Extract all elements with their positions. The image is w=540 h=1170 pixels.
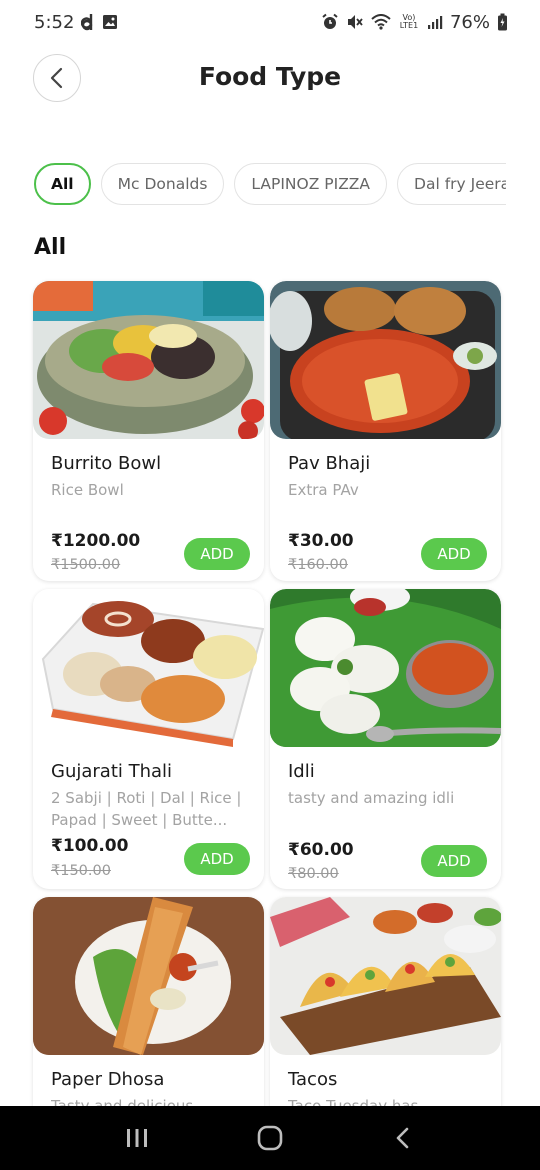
system-nav-bar [0, 1106, 540, 1170]
product-name: Pav Bhaji [288, 453, 371, 474]
product-card-idli[interactable]: Idli tasty and amazing idli ₹60.00 ₹80.0… [270, 589, 501, 889]
product-description: 2 Sabji | Roti | Dal | Rice | Papad | Sw… [51, 789, 242, 829]
product-price: ₹100.00 [51, 836, 129, 856]
idli-image [270, 589, 501, 747]
gallery-icon [102, 14, 118, 30]
section-title: All [34, 235, 67, 260]
product-original-price: ₹1500.00 [51, 557, 121, 573]
home-icon [257, 1125, 283, 1151]
back-icon [397, 1127, 409, 1149]
page-title: Food Type [198, 62, 342, 91]
alarm-icon [321, 13, 339, 31]
signal-icon [427, 14, 443, 30]
status-bar: 5:52 Vo) LTE1 76% [0, 0, 540, 44]
gujarati-thali-image [33, 589, 264, 747]
lte-icon: Vo) LTE1 [399, 13, 419, 30]
add-button[interactable]: ADD [421, 538, 487, 570]
recents-icon [126, 1129, 147, 1147]
header: Food Type [0, 52, 540, 104]
add-button[interactable]: ADD [184, 538, 250, 570]
chip-lapinoz-pizza[interactable]: LAPINOZ PIZZA [234, 163, 388, 205]
status-right: Vo) LTE1 76% [321, 12, 508, 33]
product-price: ₹1200.00 [51, 531, 141, 551]
wifi-icon [371, 14, 391, 30]
home-button[interactable] [240, 1108, 300, 1168]
chip-dal-fry-jeera[interactable]: Dal fry Jeera [397, 163, 506, 205]
chip-all[interactable]: All [34, 163, 91, 205]
product-original-price: ₹80.00 [288, 866, 339, 882]
status-time: 5:52 [34, 11, 75, 33]
product-grid: Burrito Bowl Rice Bowl ₹1200.00 ₹1500.00… [33, 281, 501, 1170]
product-name: Tacos [288, 1069, 338, 1090]
pav-bhaji-image [270, 281, 501, 439]
product-card-gujarati-thali[interactable]: Gujarati Thali 2 Sabji | Roti | Dal | Ri… [33, 589, 264, 889]
paper-dhosa-image [33, 897, 264, 1055]
chip-mc-donalds[interactable]: Mc Donalds [100, 163, 225, 205]
product-description: Rice Bowl [51, 481, 124, 499]
product-name: Idli [288, 761, 315, 782]
notification-d-icon [81, 13, 95, 31]
recents-button[interactable] [107, 1108, 167, 1168]
product-description: tasty and amazing idli [288, 789, 455, 807]
burrito-bowl-image [33, 281, 264, 439]
tacos-image [270, 897, 501, 1055]
product-price: ₹30.00 [288, 531, 354, 551]
battery-percent: 76% [449, 11, 490, 33]
add-button[interactable]: ADD [421, 845, 487, 877]
product-original-price: ₹160.00 [288, 557, 348, 573]
product-card-burrito-bowl[interactable]: Burrito Bowl Rice Bowl ₹1200.00 ₹1500.00… [33, 281, 264, 581]
product-description: Extra PAv [288, 481, 359, 499]
product-card-pav-bhaji[interactable]: Pav Bhaji Extra PAv ₹30.00 ₹160.00 ADD [270, 281, 501, 581]
product-name: Paper Dhosa [51, 1069, 165, 1090]
product-name: Gujarati Thali [51, 761, 173, 782]
product-name: Burrito Bowl [51, 453, 162, 474]
battery-charging-icon [497, 13, 508, 31]
category-chips: All Mc Donalds LAPINOZ PIZZA Dal fry Jee… [34, 163, 506, 207]
add-button[interactable]: ADD [184, 843, 250, 875]
back-nav-button[interactable] [373, 1108, 433, 1168]
product-original-price: ₹150.00 [51, 863, 111, 879]
mute-icon [346, 13, 364, 31]
product-price: ₹60.00 [288, 840, 354, 860]
status-left: 5:52 [34, 12, 118, 33]
